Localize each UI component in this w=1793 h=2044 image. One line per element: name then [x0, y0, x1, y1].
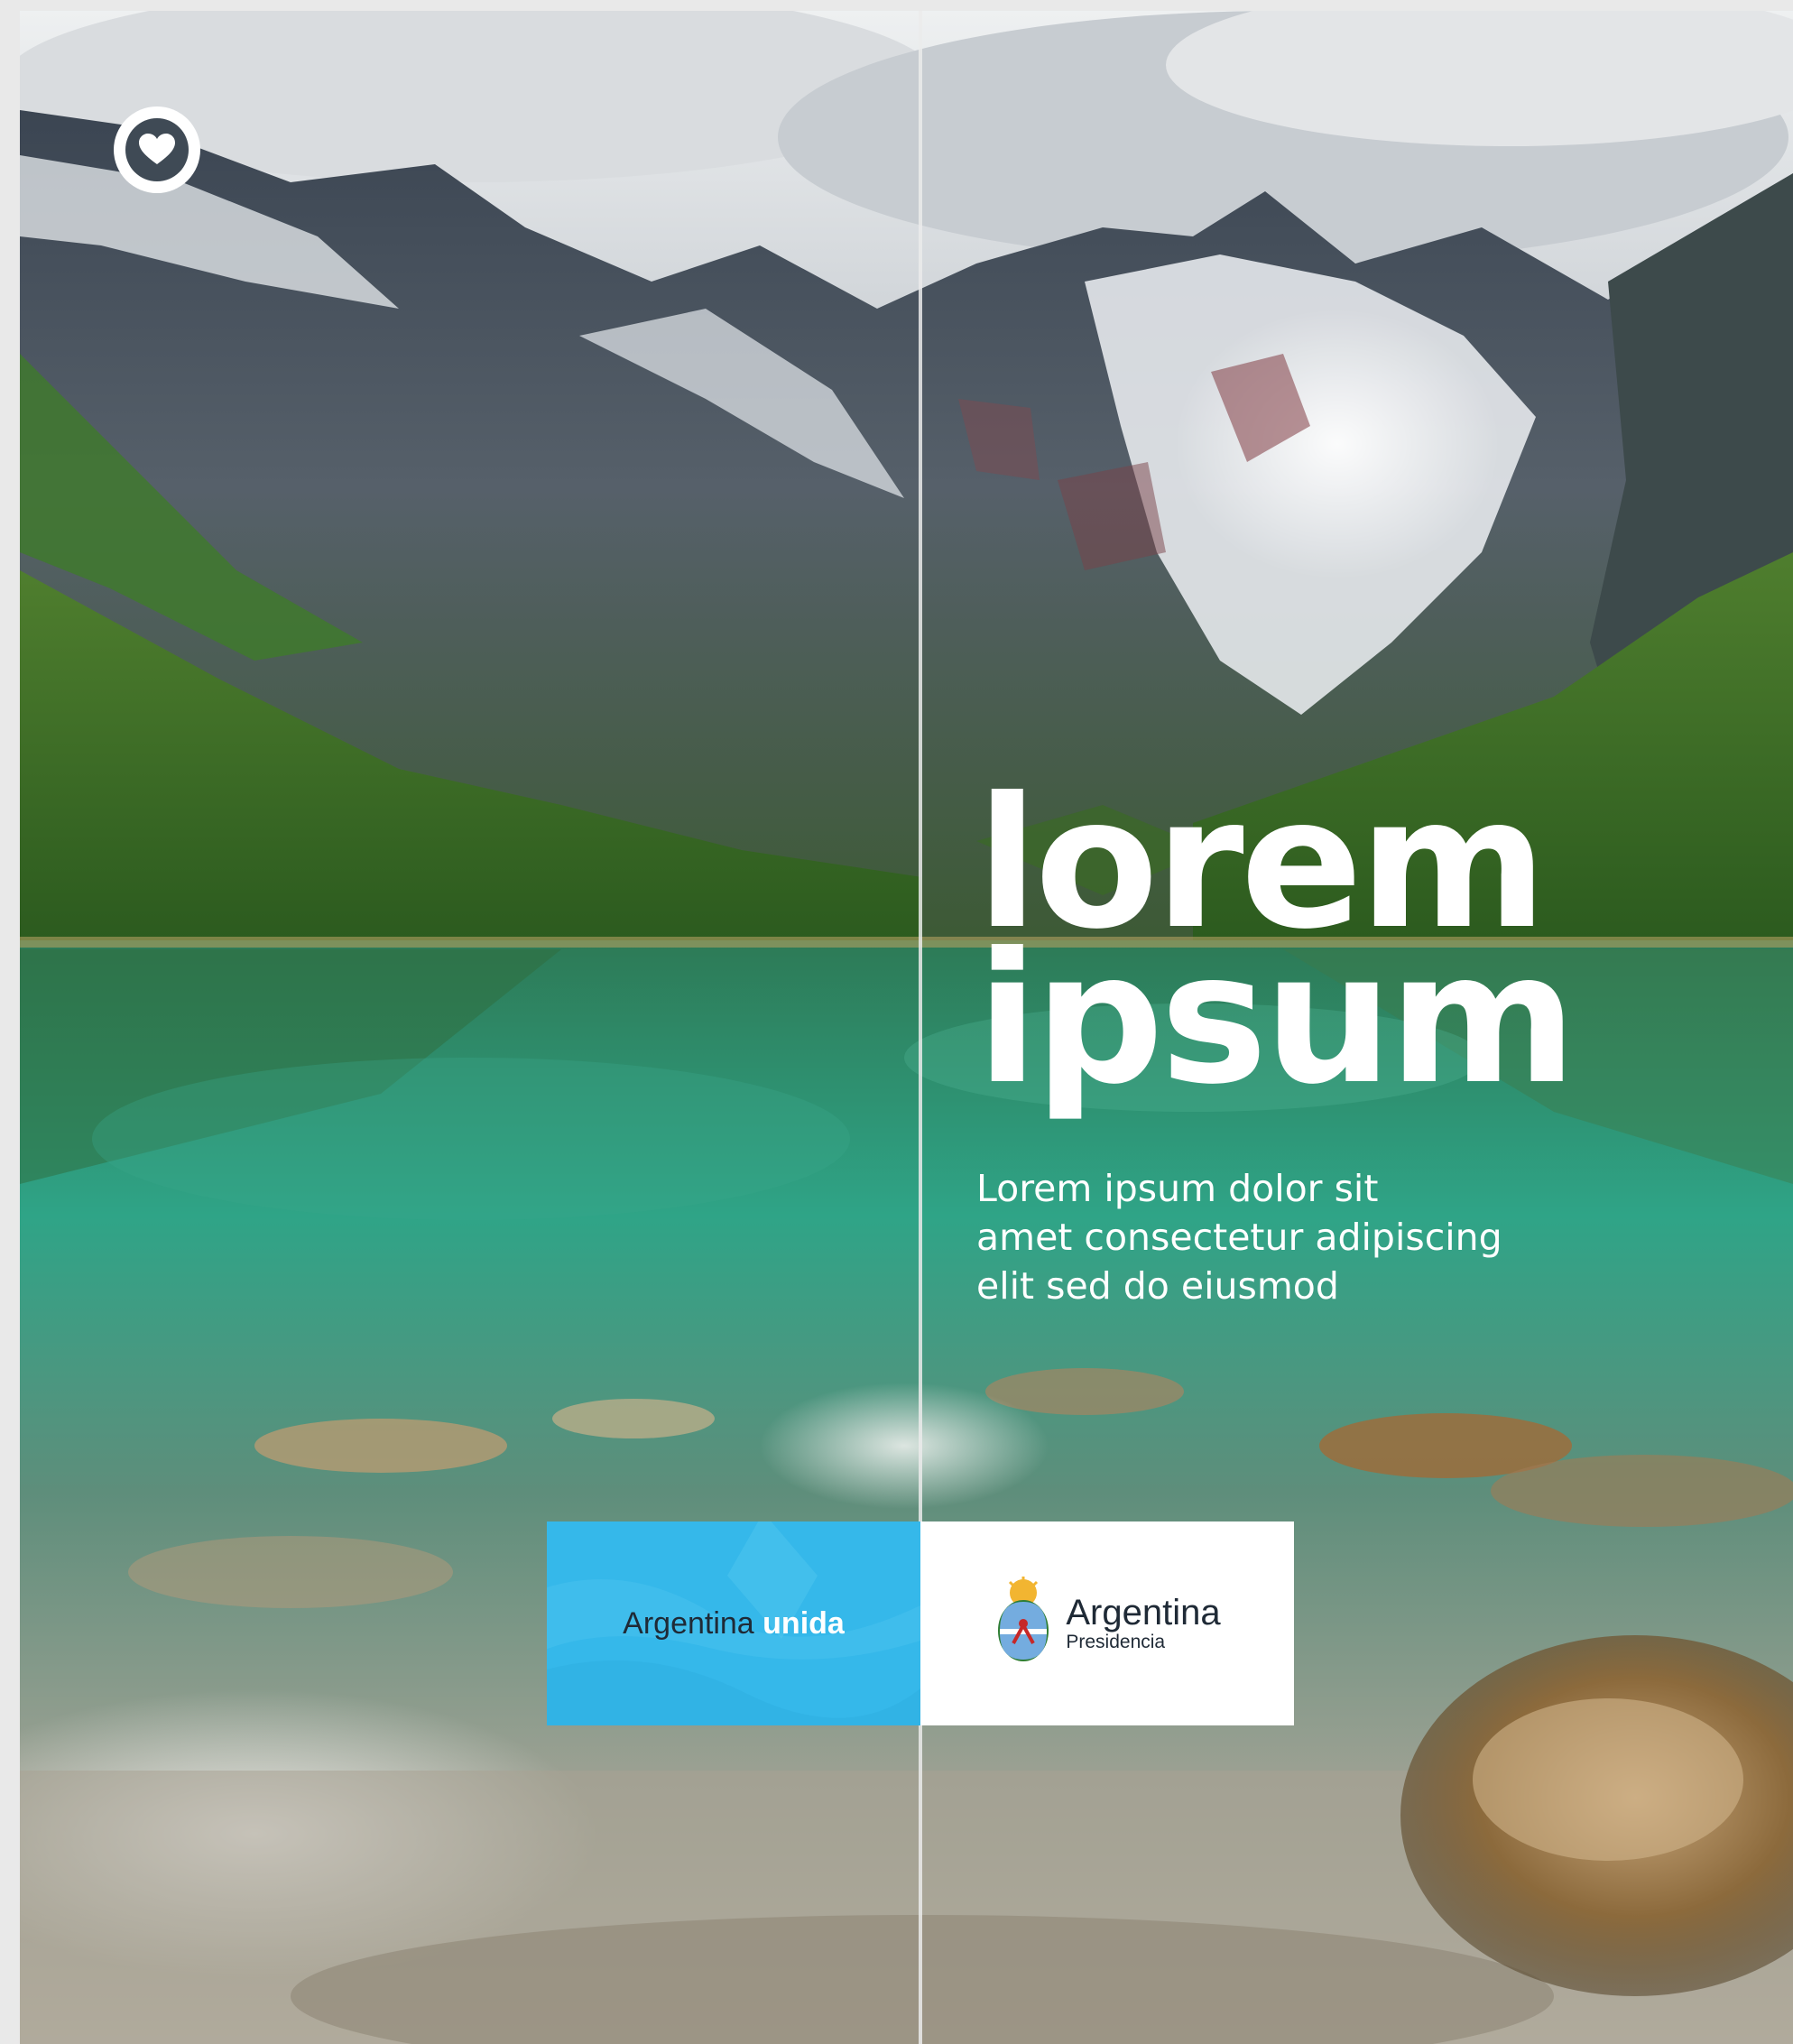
subtitle-line-3: elit sed do eiusmod [976, 1264, 1339, 1308]
logo-left-word2: unida [762, 1605, 845, 1641]
subtitle-line-2: amet consectetur adipiscing [976, 1216, 1502, 1259]
headline: lorem ipsum [976, 774, 1608, 1124]
fold-line [919, 11, 922, 2044]
logo-left-word1: Argentina [623, 1605, 754, 1641]
coat-of-arms-icon [994, 1577, 1053, 1670]
headline-line-2: ipsum [976, 914, 1577, 1124]
subtitle: Lorem ipsum dolor sit amet consectetur a… [976, 1164, 1536, 1310]
subtitle-line-1: Lorem ipsum dolor sit [976, 1167, 1379, 1210]
logo-strip: Argentina unida Argentina Presidencia [547, 1521, 1294, 1725]
favorite-badge[interactable] [114, 106, 200, 193]
argentina-unida-logo: Argentina unida [547, 1521, 920, 1725]
poster: lorem ipsum Lorem ipsum dolor sit amet c… [20, 11, 1793, 2044]
logo-right-subtitle: Presidencia [1066, 1632, 1166, 1652]
argentina-presidencia-logo: Argentina Presidencia [920, 1521, 1294, 1725]
heart-icon [125, 118, 189, 181]
logo-right-title: Argentina [1066, 1593, 1221, 1632]
